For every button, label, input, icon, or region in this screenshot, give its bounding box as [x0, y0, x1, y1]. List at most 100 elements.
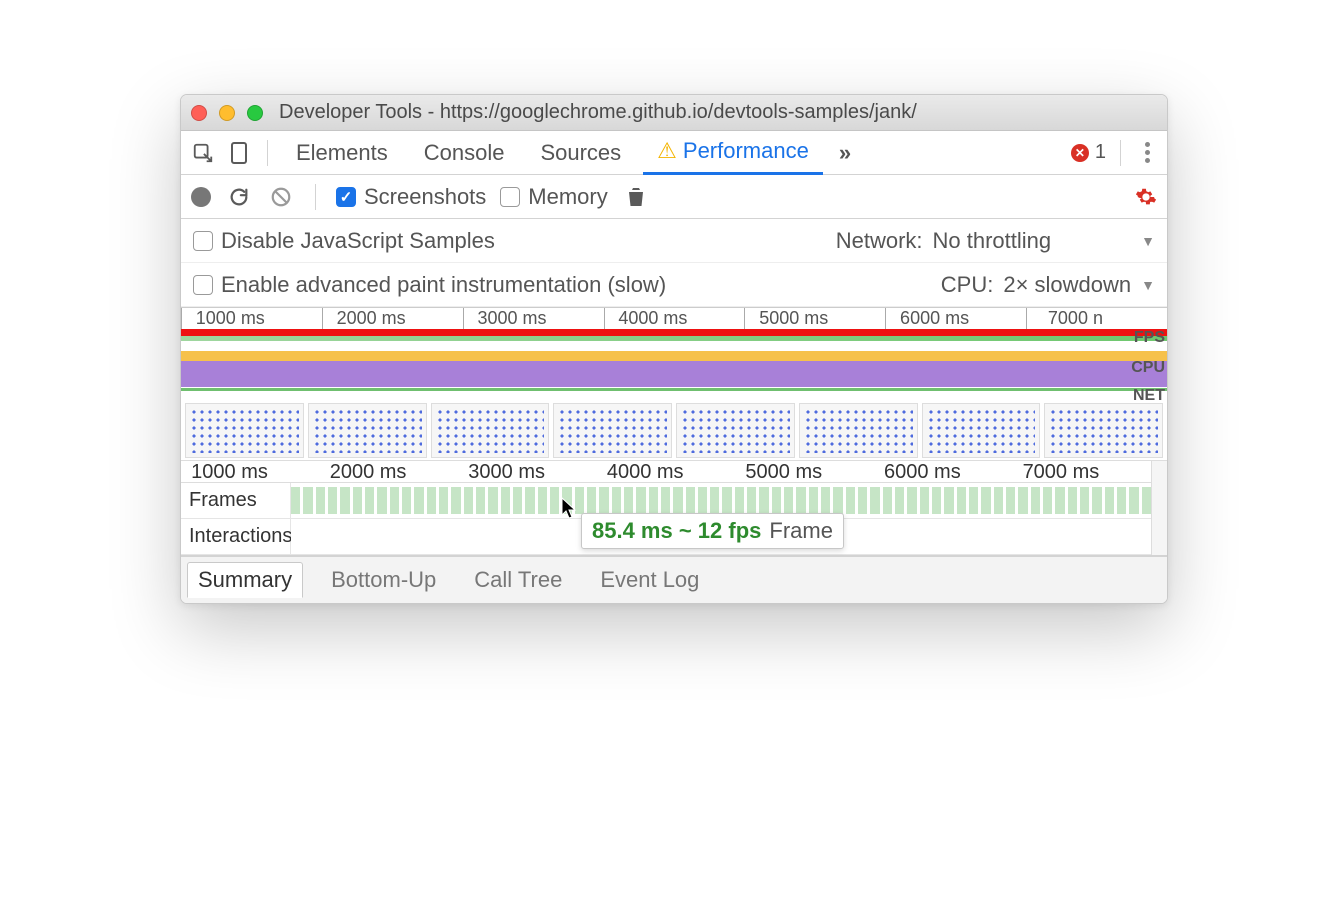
record-button[interactable] [191, 187, 211, 207]
tab-bottom-up[interactable]: Bottom-Up [321, 563, 446, 597]
frame-block[interactable] [661, 487, 670, 514]
frame-block[interactable] [365, 487, 374, 514]
frame-block[interactable] [1055, 487, 1064, 514]
frame-block[interactable] [303, 487, 312, 514]
frame-block[interactable] [932, 487, 941, 514]
frame-block[interactable] [895, 487, 904, 514]
detail-time-ruler[interactable]: 1000 ms2000 ms3000 ms4000 ms5000 ms6000 … [181, 461, 1151, 483]
frame-block[interactable] [747, 487, 756, 514]
frame-block[interactable] [821, 487, 830, 514]
frame-block[interactable] [1031, 487, 1040, 514]
frame-block[interactable] [316, 487, 325, 514]
frame-block[interactable] [957, 487, 966, 514]
frame-block[interactable] [451, 487, 460, 514]
frame-block[interactable] [870, 487, 879, 514]
frame-block[interactable] [883, 487, 892, 514]
frame-block[interactable] [920, 487, 929, 514]
frame-block[interactable] [427, 487, 436, 514]
frame-block[interactable] [599, 487, 608, 514]
frame-block[interactable] [390, 487, 399, 514]
frame-block[interactable] [809, 487, 818, 514]
frame-block[interactable] [981, 487, 990, 514]
screenshot-thumbnail[interactable] [185, 403, 304, 458]
frame-block[interactable] [464, 487, 473, 514]
frame-block[interactable] [353, 487, 362, 514]
frame-block[interactable] [538, 487, 547, 514]
frame-block[interactable] [994, 487, 1003, 514]
frame-block[interactable] [636, 487, 645, 514]
frame-block[interactable] [1092, 487, 1101, 514]
screenshots-toggle[interactable]: Screenshots [336, 184, 486, 210]
frame-block[interactable] [525, 487, 534, 514]
frame-block[interactable] [1006, 487, 1015, 514]
frame-block[interactable] [624, 487, 633, 514]
frame-block[interactable] [1043, 487, 1052, 514]
network-throttling-select[interactable]: No throttling [933, 228, 1052, 254]
frame-block[interactable] [377, 487, 386, 514]
frame-block[interactable] [1068, 487, 1077, 514]
frame-block[interactable] [796, 487, 805, 514]
frame-block[interactable] [513, 487, 522, 514]
frame-block[interactable] [698, 487, 707, 514]
screenshot-thumbnail[interactable] [431, 403, 550, 458]
overview-time-ruler[interactable]: 1000 ms2000 ms3000 ms4000 ms5000 ms6000 … [181, 307, 1167, 329]
frame-block[interactable] [439, 487, 448, 514]
frame-block[interactable] [414, 487, 423, 514]
tab-call-tree[interactable]: Call Tree [464, 563, 572, 597]
interactions-track[interactable]: Interactions 85.4 ms ~ 12 fps Frame [181, 519, 1151, 555]
frame-block[interactable] [722, 487, 731, 514]
frame-block[interactable] [784, 487, 793, 514]
screenshot-thumbnail[interactable] [308, 403, 427, 458]
cpu-throttling-select[interactable]: 2× slowdown [1003, 272, 1131, 298]
screenshot-thumbnail[interactable] [553, 403, 672, 458]
frame-block[interactable] [550, 487, 559, 514]
devtools-menu-button[interactable] [1135, 142, 1159, 163]
collect-garbage-button[interactable] [622, 183, 650, 211]
tab-summary[interactable]: Summary [187, 562, 303, 598]
frame-block[interactable] [944, 487, 953, 514]
frame-block[interactable] [673, 487, 682, 514]
tab-console[interactable]: Console [410, 131, 519, 175]
tab-performance[interactable]: ⚠ Performance [643, 131, 823, 175]
frame-block[interactable] [1142, 487, 1151, 514]
frame-block[interactable] [1018, 487, 1027, 514]
frame-block[interactable] [1080, 487, 1089, 514]
screenshot-thumbnail[interactable] [1044, 403, 1163, 458]
tab-event-log[interactable]: Event Log [590, 563, 709, 597]
frame-block[interactable] [710, 487, 719, 514]
frame-block[interactable] [612, 487, 621, 514]
frame-block[interactable] [759, 487, 768, 514]
frame-block[interactable] [501, 487, 510, 514]
frame-block[interactable] [846, 487, 855, 514]
frame-block[interactable] [833, 487, 842, 514]
frame-block[interactable] [686, 487, 695, 514]
frame-block[interactable] [1117, 487, 1126, 514]
overview-pane[interactable]: FPS CPU NET [181, 329, 1167, 461]
toggle-device-toolbar-icon[interactable] [225, 139, 253, 167]
frame-block[interactable] [562, 487, 571, 514]
capture-settings-button[interactable] [1135, 186, 1157, 208]
frame-block[interactable] [340, 487, 349, 514]
vertical-scrollbar[interactable] [1151, 461, 1167, 555]
error-count-badge[interactable]: ✕ 1 [1071, 141, 1106, 164]
frame-block[interactable] [587, 487, 596, 514]
tab-elements[interactable]: Elements [282, 131, 402, 175]
frame-block[interactable] [488, 487, 497, 514]
more-tabs-button[interactable]: » [831, 140, 859, 166]
screenshot-thumbnail[interactable] [676, 403, 795, 458]
frame-block[interactable] [907, 487, 916, 514]
frame-block[interactable] [575, 487, 584, 514]
clear-button[interactable] [267, 183, 295, 211]
frame-block[interactable] [291, 487, 300, 514]
zoom-window-button[interactable] [247, 105, 263, 121]
screenshot-thumbnail[interactable] [799, 403, 918, 458]
screenshot-filmstrip[interactable] [181, 401, 1167, 461]
screenshot-thumbnail[interactable] [922, 403, 1041, 458]
frame-block[interactable] [402, 487, 411, 514]
frame-block[interactable] [1105, 487, 1114, 514]
frame-block[interactable] [969, 487, 978, 514]
tab-sources[interactable]: Sources [526, 131, 635, 175]
memory-toggle[interactable]: Memory [500, 184, 607, 210]
disable-js-samples-toggle[interactable]: Disable JavaScript Samples [193, 228, 495, 254]
frame-block[interactable] [476, 487, 485, 514]
